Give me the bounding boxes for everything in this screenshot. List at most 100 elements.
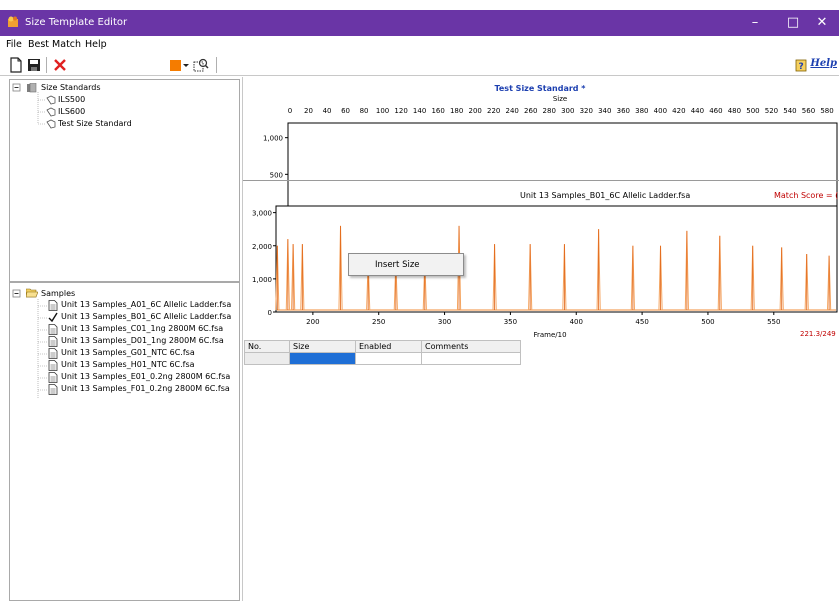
- x-tick-label: 580: [820, 107, 833, 115]
- folder-icon: [27, 83, 37, 93]
- menu-help[interactable]: Help: [85, 39, 107, 50]
- x-tick-label: 100: [376, 107, 389, 115]
- enabled-cell[interactable]: [355, 352, 422, 365]
- y-tick-label: 2,000: [252, 243, 272, 251]
- file-icon: [48, 336, 58, 347]
- save-icon[interactable]: [26, 57, 42, 73]
- x-tick-label: 250: [372, 318, 385, 326]
- window-title: Size Template Editor: [25, 17, 128, 28]
- open-folder-icon: [26, 288, 38, 298]
- size-table: No. Size Enabled Comments: [244, 340, 521, 365]
- sample-item[interactable]: Unit 13 Samples_F01_0.2ng 2800M 6C.fsa: [61, 384, 230, 393]
- context-menu: Insert Size: [348, 253, 464, 276]
- tree-item-ils500[interactable]: ILS500: [58, 95, 85, 104]
- x-tick-label: 40: [323, 107, 332, 115]
- svg-text:?: ?: [799, 62, 804, 72]
- x-tick-label: 120: [394, 107, 407, 115]
- match-score-label: Match Score = (: [774, 191, 839, 200]
- file-icon: [48, 360, 58, 371]
- sample-item[interactable]: Unit 13 Samples_C01_1ng 2800M 6C.fsa: [61, 324, 223, 333]
- sample-item[interactable]: Unit 13 Samples_G01_NTC 6C.fsa: [61, 348, 195, 357]
- chevron-down-icon[interactable]: [182, 57, 190, 73]
- standard-icon: [46, 119, 56, 129]
- new-icon[interactable]: [8, 57, 24, 73]
- x-tick-label: 550: [767, 318, 780, 326]
- file-icon: [48, 348, 58, 359]
- x-tick-label: 60: [341, 107, 350, 115]
- tree-item-test-size-standard[interactable]: Test Size Standard: [58, 119, 132, 128]
- y-tick-label: 1,000: [263, 135, 283, 143]
- close-button[interactable]: ✕: [803, 10, 839, 36]
- delete-icon[interactable]: [52, 57, 68, 73]
- column-header-size[interactable]: Size: [289, 340, 356, 353]
- toolbar: ? Help: [0, 54, 839, 76]
- file-icon: [48, 384, 58, 395]
- sample-item[interactable]: Unit 13 Samples_B01_6C Allelic Ladder.fs…: [61, 312, 231, 321]
- x-tick-label: 460: [709, 107, 722, 115]
- sample-item[interactable]: Unit 13 Samples_H01_NTC 6C.fsa: [61, 360, 195, 369]
- x-tick-label: 560: [802, 107, 815, 115]
- sample-trace-plot[interactable]: 3,000 2,000 1,000 0 200 250 300 350 400 450 500 550: [243, 200, 839, 340]
- x-tick-label: 240: [506, 107, 519, 115]
- x-tick-label: 450: [635, 318, 648, 326]
- cursor-coordinate-readout: 221.3/249: [800, 330, 836, 338]
- tree-root-size-standards[interactable]: Size Standards: [41, 83, 101, 92]
- size-standards-tree: Size Standards ILS500 ILS600 Test Size S…: [9, 79, 240, 282]
- y-tick-label: 0: [268, 309, 272, 317]
- x-tick-label: 380: [635, 107, 648, 115]
- x-tick-label: 520: [765, 107, 778, 115]
- toolbar-separator: [216, 57, 217, 73]
- menu-file[interactable]: File: [6, 39, 22, 50]
- x-tick-label: 200: [468, 107, 481, 115]
- help-link[interactable]: Help: [810, 58, 837, 69]
- chart-title: Test Size Standard *: [494, 84, 586, 93]
- table-row[interactable]: [244, 352, 521, 365]
- x-tick-label: 180: [450, 107, 463, 115]
- x-axis-label: Frame/10: [533, 331, 567, 339]
- standard-icon: [46, 107, 56, 117]
- x-tick-label: 260: [524, 107, 537, 115]
- checkmark-icon: [48, 312, 58, 323]
- size-cell-selected[interactable]: [289, 352, 356, 365]
- x-tick-label: 350: [504, 318, 517, 326]
- zoom-region-icon[interactable]: [193, 57, 209, 73]
- x-tick-label: 540: [783, 107, 796, 115]
- x-tick-label: 340: [598, 107, 611, 115]
- column-header-comments[interactable]: Comments: [421, 340, 521, 353]
- table-header-row: No. Size Enabled Comments: [244, 340, 521, 353]
- file-icon: [48, 372, 58, 383]
- y-tick-label: 500: [270, 171, 283, 179]
- x-tick-label: 140: [413, 107, 426, 115]
- context-menu-insert-size[interactable]: Insert Size: [375, 260, 420, 270]
- file-icon: [48, 324, 58, 335]
- y-tick-label: 3,000: [252, 210, 272, 218]
- x-tick-label: 440: [691, 107, 704, 115]
- x-tick-label: 200: [306, 318, 319, 326]
- tree-root-samples[interactable]: Samples: [41, 289, 75, 298]
- sample-item[interactable]: Unit 13 Samples_E01_0.2ng 2800M 6C.fsa: [61, 372, 230, 381]
- x-tick-label: 420: [672, 107, 685, 115]
- x-tick-label: 480: [728, 107, 741, 115]
- help-icon[interactable]: ?: [795, 58, 809, 72]
- y-tick-label: 1,000: [252, 276, 272, 284]
- sample-item[interactable]: Unit 13 Samples_D01_1ng 2800M 6C.fsa: [61, 336, 224, 345]
- minimize-button[interactable]: –: [736, 10, 774, 36]
- x-tick-label: 280: [543, 107, 556, 115]
- x-tick-label: 300: [561, 107, 574, 115]
- app-icon: [8, 16, 18, 27]
- x-tick-label: 400: [654, 107, 667, 115]
- column-header-no[interactable]: No.: [244, 340, 290, 353]
- menu-bar: File Best Match Help: [0, 36, 839, 53]
- sample-item[interactable]: Unit 13 Samples_A01_6C Allelic Ladder.fs…: [61, 300, 231, 309]
- column-header-enabled[interactable]: Enabled: [355, 340, 422, 353]
- x-tick-label: 80: [360, 107, 369, 115]
- row-number-cell[interactable]: [244, 352, 290, 365]
- menu-best-match[interactable]: Best Match: [28, 39, 81, 50]
- comments-cell[interactable]: [421, 352, 521, 365]
- toolbar-separator: [46, 57, 47, 73]
- x-tick-label: 300: [438, 318, 451, 326]
- title-bar: Size Template Editor – □ ✕: [0, 10, 839, 36]
- x-tick-label: 20: [304, 107, 313, 115]
- tree-item-ils600[interactable]: ILS600: [58, 107, 85, 116]
- x-tick-label: 500: [746, 107, 759, 115]
